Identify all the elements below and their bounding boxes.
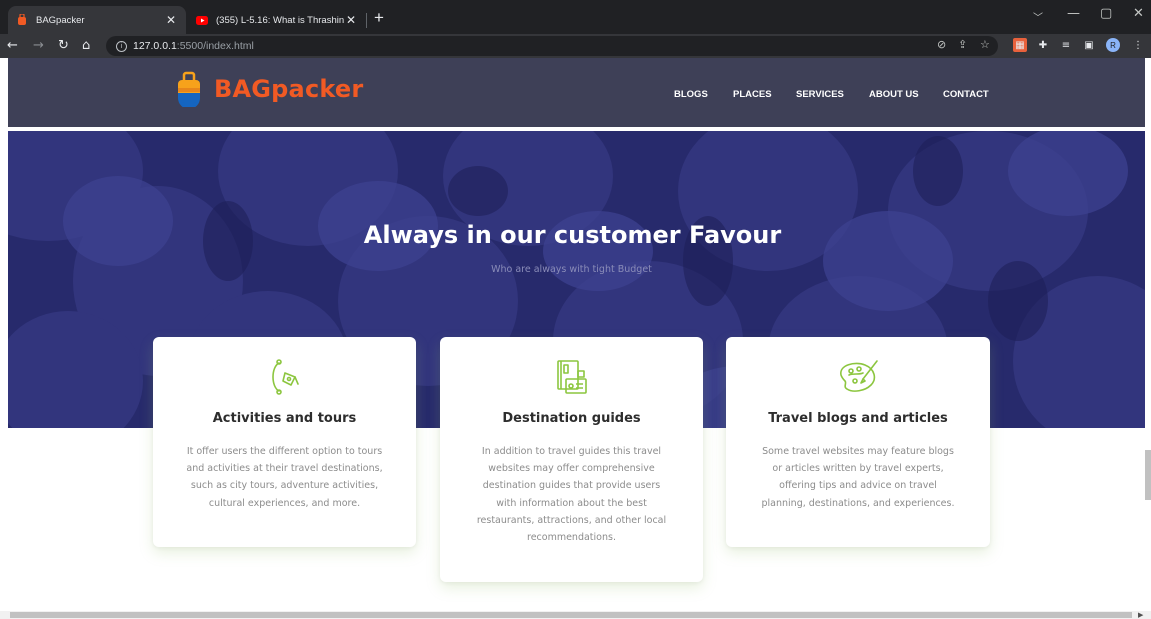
card-title: Destination guides: [502, 411, 641, 426]
card-description: It offer users the different option to t…: [186, 446, 383, 509]
tab-bagpacker[interactable]: BAGpacker ✕: [8, 6, 186, 34]
back-icon[interactable]: ←: [7, 37, 18, 55]
vertical-scrollbar[interactable]: [1145, 58, 1151, 611]
close-tab-icon[interactable]: ✕: [344, 13, 358, 27]
reload-icon[interactable]: ↻: [58, 37, 69, 55]
tab-title: BAGpacker: [36, 14, 85, 26]
service-card-travel-blogs: Travel blogs and articles Some travel we…: [726, 337, 990, 547]
browser-tab-bar: BAGpacker ✕ (355) L-5.16: What is Thrash…: [0, 0, 1151, 34]
vertical-scrollbar-thumb[interactable]: [1145, 450, 1151, 500]
tab-search-icon[interactable]: ﹀: [1033, 9, 1043, 24]
browser-toolbar: ← → ↻ ⌂ i 127.0.0.1:5500/index.html ⊘ ⇪ …: [0, 34, 1151, 58]
card-description: Some travel websites may feature blogs o…: [761, 446, 955, 509]
nav-services[interactable]: SERVICES: [796, 89, 844, 100]
paint-palette-icon: [840, 360, 878, 392]
horizontal-scrollbar[interactable]: ▶: [0, 611, 1151, 619]
profile-avatar[interactable]: R: [1106, 38, 1120, 52]
reading-list-icon[interactable]: ≡: [1059, 38, 1073, 52]
restore-icon[interactable]: ▢: [1100, 6, 1112, 21]
forward-icon[interactable]: →: [33, 37, 44, 55]
lens-icon[interactable]: ⊘: [937, 38, 946, 51]
extensions-puzzle-icon[interactable]: ✚: [1036, 38, 1050, 52]
site-header: BAGpacker BLOGS PLACES SERVICES ABOUT US…: [8, 58, 1145, 129]
hero-title: Always in our customer Favour: [363, 221, 782, 249]
service-card-destination-guides: Destination guides In addition to travel…: [440, 337, 703, 582]
card-title: Activities and tours: [212, 411, 357, 426]
nav-contact[interactable]: CONTACT: [943, 89, 989, 100]
horizontal-scrollbar-thumb[interactable]: [10, 612, 1132, 618]
card-description: In addition to travel guides this travel…: [476, 446, 667, 544]
nav-about-us[interactable]: ABOUT US: [869, 89, 919, 100]
share-icon[interactable]: ⇪: [958, 38, 967, 51]
nav-blogs[interactable]: BLOGS: [674, 89, 708, 100]
minimize-icon[interactable]: —: [1067, 6, 1080, 21]
site-info-icon[interactable]: i: [116, 40, 127, 52]
bookmark-star-icon[interactable]: ☆: [980, 38, 990, 51]
tab-title: (355) L-5.16: What is Thrashing |: [216, 14, 344, 26]
hero-subtitle: Who are always with tight Budget: [491, 264, 652, 275]
site-logo[interactable]: BAGpacker: [176, 71, 363, 107]
tab-separator: [366, 13, 367, 28]
extension-app-icon[interactable]: ▦: [1013, 38, 1027, 52]
logo-text: BAGpacker: [214, 75, 364, 103]
youtube-icon: [196, 14, 208, 26]
url-text: 127.0.0.1:5500/index.html: [133, 40, 254, 52]
close-tab-icon[interactable]: ✕: [164, 13, 178, 27]
menu-kebab-icon[interactable]: ⋮: [1131, 38, 1145, 52]
web-page: BAGpacker BLOGS PLACES SERVICES ABOUT US…: [8, 58, 1145, 611]
address-bar[interactable]: i 127.0.0.1:5500/index.html: [106, 36, 998, 56]
tab-youtube[interactable]: (355) L-5.16: What is Thrashing | ✕: [188, 6, 366, 34]
pen-tool-icon: [271, 359, 299, 395]
home-icon[interactable]: ⌂: [82, 37, 90, 55]
scroll-right-arrow-icon[interactable]: ▶: [1138, 611, 1143, 619]
nav-places[interactable]: PLACES: [733, 89, 772, 100]
new-tab-icon[interactable]: +: [374, 8, 384, 28]
bag-favicon-icon: [16, 14, 28, 26]
guide-document-icon: [556, 360, 587, 394]
service-card-activities: Activities and tours It offer users the …: [153, 337, 416, 547]
close-window-icon[interactable]: ✕: [1133, 6, 1144, 21]
side-panel-icon[interactable]: ▣: [1082, 38, 1096, 52]
backpack-logo-icon: [178, 71, 200, 107]
card-title: Travel blogs and articles: [768, 411, 948, 426]
